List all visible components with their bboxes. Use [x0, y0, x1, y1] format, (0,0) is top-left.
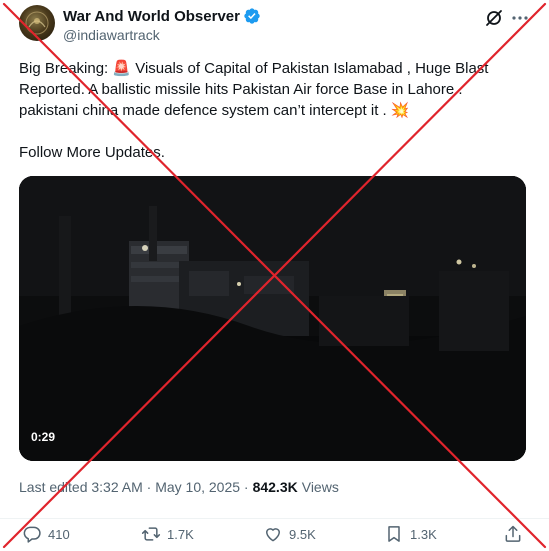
handle[interactable]: @indiawartrack — [63, 27, 160, 43]
repost-icon — [141, 527, 161, 541]
author-name-row: War And World Observer — [63, 7, 261, 25]
views-label: Views — [301, 479, 339, 495]
tweet-text-line: Big Breaking: 🚨 Visuals of Capital of Pa… — [19, 60, 489, 119]
reply-icon — [23, 526, 41, 543]
tweet: War And World Observer @indiawartrack Bi… — [0, 0, 549, 551]
reply-count: 410 — [48, 526, 70, 542]
bookmark-count: 1.3K — [410, 526, 437, 542]
edited-timestamp[interactable]: Last edited 3:32 AM · May 10, 2025 · — [19, 479, 249, 495]
video-duration: 0:29 — [31, 430, 56, 444]
video-thumbnail — [19, 176, 526, 461]
verified-badge-icon — [243, 7, 261, 25]
tweet-text-line: Follow More Updates. — [19, 144, 165, 161]
grok-icon[interactable] — [484, 8, 504, 28]
views-count: 842.3K — [252, 479, 298, 495]
display-name[interactable]: War And World Observer — [63, 8, 240, 25]
bookmark-button[interactable]: 1.3K — [384, 524, 437, 544]
repost-button[interactable]: 1.7K — [141, 524, 194, 544]
avatar[interactable] — [19, 5, 55, 41]
share-icon — [505, 525, 521, 542]
heart-icon — [266, 528, 280, 542]
tweet-text: Big Breaking: 🚨 Visuals of Capital of Pa… — [19, 58, 524, 163]
video-player[interactable]: 0:29 — [19, 176, 526, 461]
more-icon[interactable] — [510, 8, 530, 28]
tweet-meta: Last edited 3:32 AM · May 10, 2025 · 842… — [19, 479, 339, 495]
bookmark-icon — [388, 526, 400, 542]
share-button[interactable] — [503, 524, 523, 544]
like-button[interactable]: 9.5K — [263, 524, 316, 544]
repost-count: 1.7K — [167, 526, 194, 542]
like-count: 9.5K — [289, 526, 316, 542]
action-bar: 410 1.7K 9.5K 1.3K — [0, 518, 549, 548]
reply-button[interactable]: 410 — [22, 524, 70, 544]
